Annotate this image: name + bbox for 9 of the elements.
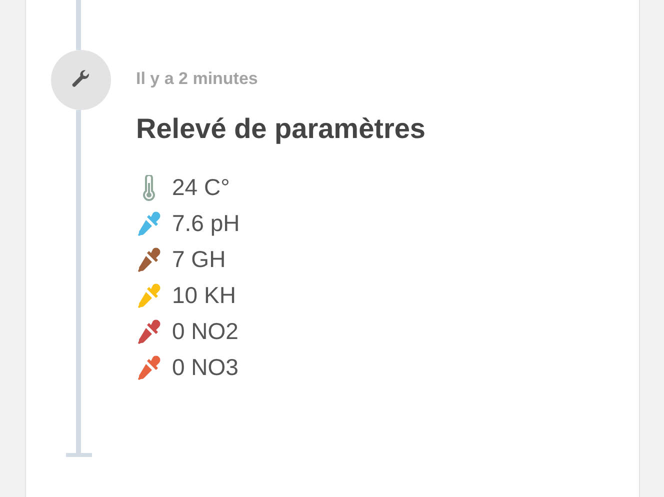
- event-title: Relevé de paramètres: [136, 112, 426, 146]
- reading-value: 7.6 pH: [172, 209, 240, 238]
- reading-value: 10 KH: [172, 281, 236, 310]
- reading-value: 24 C°: [172, 173, 230, 202]
- reading-value: 0 NO2: [172, 317, 238, 346]
- reading-value: 7 GH: [172, 245, 226, 274]
- timestamp: Il y a 2 minutes: [136, 68, 259, 90]
- reading-value: 0 NO3: [172, 353, 238, 382]
- wrench-icon: [71, 70, 91, 90]
